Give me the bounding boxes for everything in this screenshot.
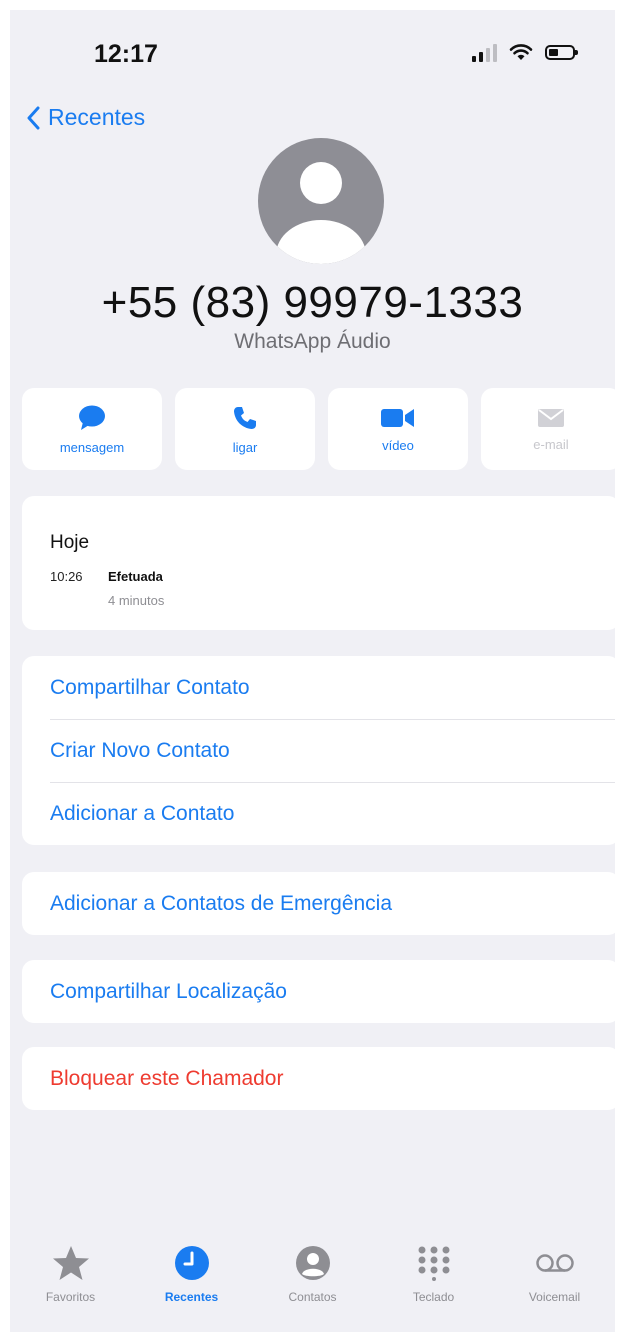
tab-bar: Favoritos Recentes Contatos Teclado Voic… (10, 1242, 615, 1322)
tab-label: Voicemail (528, 1290, 581, 1304)
phone-screen: 12:17 Recentes +55 (83) 99979-1333 Whats… (10, 10, 615, 1332)
contact-options-group: Compartilhar Contato Criar Novo Contato … (22, 656, 615, 845)
create-contact-button[interactable]: Criar Novo Contato (22, 719, 615, 782)
status-time: 12:17 (94, 40, 158, 68)
message-button[interactable]: mensagem (22, 388, 162, 470)
mail-label: e-mail (533, 436, 569, 452)
contact-subtitle: WhatsApp Áudio (234, 330, 391, 353)
emergency-group: Adicionar a Contatos de Emergência (22, 872, 615, 935)
history-day: Hoje (50, 532, 90, 553)
history-type: Efetuada (108, 569, 163, 584)
star-icon (52, 1246, 89, 1280)
add-to-contact-button[interactable]: Adicionar a Contato (22, 782, 615, 845)
voicemail-icon (535, 1254, 574, 1272)
phone-icon (234, 406, 256, 429)
tab-keypad[interactable]: Teclado (373, 1242, 494, 1322)
back-button[interactable]: Recentes (26, 104, 145, 131)
contact-number: +55 (83) 99979-1333 (101, 278, 524, 327)
tab-favorites[interactable]: Favoritos (10, 1242, 131, 1322)
tab-recents[interactable]: Recentes (131, 1242, 252, 1322)
video-icon (381, 408, 414, 427)
block-group: Bloquear este Chamador (22, 1047, 615, 1110)
add-emergency-contact-button[interactable]: Adicionar a Contatos de Emergência (22, 872, 615, 935)
mail-icon (538, 408, 564, 427)
history-time: 10:26 (50, 569, 83, 584)
tab-label: Recentes (164, 1290, 219, 1304)
person-circle-icon (295, 1246, 330, 1280)
message-icon (79, 405, 105, 430)
share-location-button[interactable]: Compartilhar Localização (22, 960, 615, 1023)
mail-button[interactable]: e-mail (481, 388, 615, 470)
share-contact-button[interactable]: Compartilhar Contato (22, 656, 615, 719)
tab-label: Contatos (288, 1290, 337, 1304)
call-button[interactable]: ligar (175, 388, 315, 470)
wifi-icon (509, 44, 533, 60)
call-history-card: Hoje 10:26 Efetuada 4 minutos (22, 496, 615, 630)
clock-icon (174, 1246, 209, 1280)
tab-contacts[interactable]: Contatos (252, 1242, 373, 1322)
video-button[interactable]: vídeo (328, 388, 468, 470)
message-label: mensagem (59, 439, 125, 455)
tab-label: Teclado (412, 1290, 455, 1304)
signal-icon (472, 42, 497, 62)
battery-icon (545, 44, 578, 60)
tab-label: Favoritos (45, 1290, 96, 1304)
location-group: Compartilhar Localização (22, 960, 615, 1023)
avatar (258, 138, 384, 264)
back-label: Recentes (48, 104, 146, 130)
video-label: vídeo (382, 437, 414, 453)
chevron-left-icon (27, 106, 40, 129)
keypad-icon (418, 1246, 449, 1281)
history-duration: 4 minutos (108, 593, 165, 608)
status-icons (472, 42, 578, 62)
action-buttons: mensagem ligar vídeo e-mail (22, 388, 615, 470)
block-caller-button[interactable]: Bloquear este Chamador (22, 1047, 615, 1110)
call-label: ligar (232, 439, 258, 455)
tab-voicemail[interactable]: Voicemail (494, 1242, 615, 1322)
